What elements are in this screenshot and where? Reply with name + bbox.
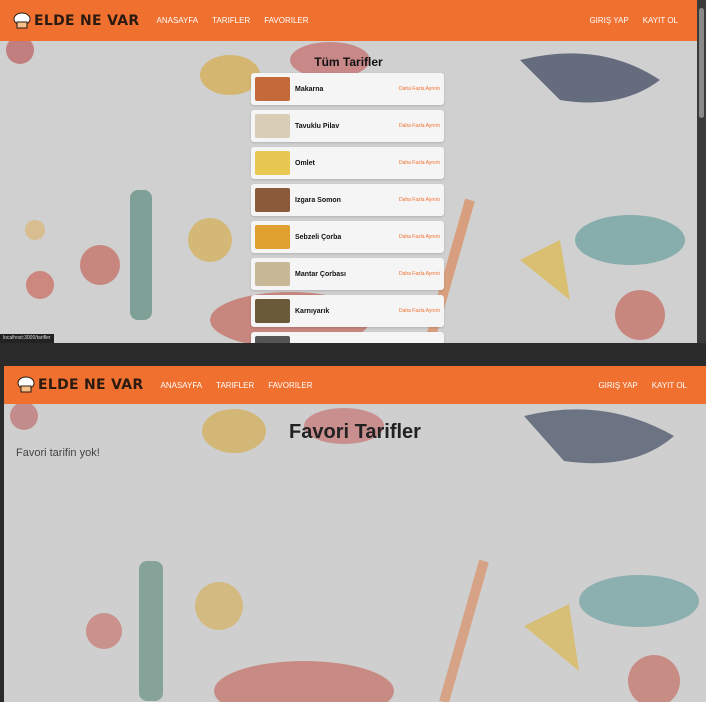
brand-logo[interactable]: ELDE NE VAR (16, 376, 144, 394)
recipe-thumbnail (255, 225, 290, 249)
recipe-name: Makarna (295, 85, 324, 93)
recipe-details-link[interactable]: Daha Fazla Ayrıntı (399, 308, 440, 314)
recipe-name: Karnıyarık (295, 307, 330, 315)
recipe-thumbnail (255, 336, 290, 343)
recipe-name: Izgara Somon (295, 196, 341, 204)
nav-home[interactable]: ANASAYFA (161, 381, 203, 390)
chef-hat-icon (17, 376, 35, 393)
scrollbar-thumb[interactable] (699, 8, 704, 118)
recipes-window: ELDE NE VAR ANASAYFA TARIFLER FAVORILER … (0, 0, 697, 343)
navbar: ELDE NE VAR ANASAYFA TARIFLER FAVORILER … (0, 0, 697, 41)
recipe-name: Mantar Çorbası (295, 270, 346, 278)
nav-register[interactable]: KAYIT OL (652, 381, 687, 390)
scrollbar[interactable] (697, 0, 706, 343)
food-illustration (4, 366, 706, 702)
favorites-window: ELDE NE VAR ANASAYFA TARIFLER FAVORILER … (4, 366, 706, 702)
recipe-details-link[interactable]: Daha Fazla Ayrıntı (399, 86, 440, 92)
navbar: ELDE NE VAR ANASAYFA TARIFLER FAVORILER … (4, 366, 706, 404)
recipe-card[interactable]: Omlet Daha Fazla Ayrıntı (251, 147, 444, 179)
recipe-thumbnail (255, 77, 290, 101)
nav-recipes[interactable]: TARIFLER (216, 381, 254, 390)
recipe-thumbnail (255, 299, 290, 323)
nav-favorites[interactable]: FAVORILER (264, 16, 308, 25)
nav-auth: GIRIŞ YAP KAYIT OL (582, 16, 685, 25)
recipe-details-link[interactable]: Daha Fazla Ayrıntı (399, 271, 440, 277)
recipe-list: Makarna Daha Fazla Ayrıntı Tavuklu Pilav Da… (251, 73, 444, 343)
recipe-card[interactable]: Karnıyarık Daha Fazla Ayrıntı (251, 295, 444, 327)
nav-login[interactable]: GIRIŞ YAP (589, 16, 628, 25)
empty-favorites-message: Favori tarifin yok! (16, 447, 100, 459)
recipe-card[interactable]: Makarna Daha Fazla Ayrıntı (251, 73, 444, 105)
brand-name: ELDE NE VAR (34, 12, 140, 29)
recipe-details-link[interactable]: Daha Fazla Ayrıntı (399, 234, 440, 240)
brand-logo[interactable]: ELDE NE VAR (12, 12, 140, 30)
brand-name: ELDE NE VAR (38, 377, 144, 393)
nav-auth: GIRIŞ YAP KAYIT OL (591, 381, 694, 390)
recipe-name: Sebzeli Çorba (295, 233, 342, 241)
nav-favorites[interactable]: FAVORILER (268, 381, 312, 390)
recipe-card[interactable]: Izgara Somon Daha Fazla Ayrıntı (251, 184, 444, 216)
recipe-thumbnail (255, 262, 290, 286)
page-title: Favori Tarifler (289, 421, 421, 443)
recipe-card[interactable]: Mantar Çorbası Daha Fazla Ayrıntı (251, 258, 444, 290)
nav-recipes[interactable]: TARIFLER (212, 16, 250, 25)
nav-register[interactable]: KAYIT OL (643, 16, 678, 25)
recipe-details-link[interactable]: Daha Fazla Ayrıntı (399, 123, 440, 129)
recipe-name: Omlet (295, 159, 315, 167)
recipe-thumbnail (255, 188, 290, 212)
recipe-details-link[interactable]: Daha Fazla Ayrıntı (399, 160, 440, 166)
recipe-thumbnail (255, 151, 290, 175)
page-title: Tüm Tarifler (314, 55, 383, 69)
recipe-thumbnail (255, 114, 290, 138)
recipe-details-link[interactable]: Daha Fazla Ayrıntı (399, 197, 440, 203)
chef-hat-icon (13, 12, 31, 28)
nav-login[interactable]: GIRIŞ YAP (598, 381, 637, 390)
recipe-name: Tavuklu Pilav (295, 122, 340, 130)
recipe-card[interactable]: Tavuklu Pilav Daha Fazla Ayrıntı (251, 110, 444, 142)
recipe-card[interactable]: Sebzeli Çorba Daha Fazla Ayrıntı (251, 221, 444, 253)
food-background (4, 366, 706, 702)
nav-home[interactable]: ANASAYFA (157, 16, 199, 25)
recipe-card[interactable] (251, 332, 444, 343)
status-bar-url: localhost:3000/tarifler (0, 334, 54, 343)
